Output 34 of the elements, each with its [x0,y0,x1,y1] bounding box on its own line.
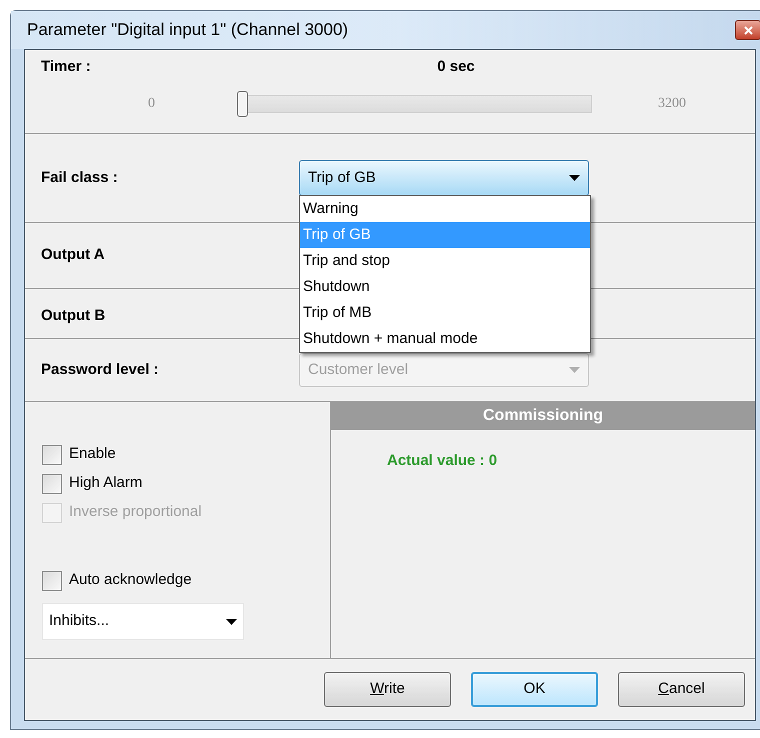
slider[interactable] [237,90,592,116]
caret-icon [569,175,580,181]
dialog-button[interactable]: Cancel [618,672,745,707]
timer-value: 0 sec [436,57,476,77]
close-icon [744,26,752,34]
checkbox-row[interactable]: Enable [42,440,330,469]
dialog-button[interactable]: Write [324,672,451,707]
slider-max: 3200 [658,95,686,113]
dropdown-option[interactable]: Shutdown [300,274,590,300]
actual-value: Actual value : 0 [387,451,498,471]
checkbox[interactable] [42,444,62,464]
dropdown[interactable]: Inhibits... [42,603,244,640]
dropdown-option[interactable]: Shutdown + manual mode [300,326,590,352]
slider-thumb[interactable] [237,90,248,116]
slider-min: 0 [147,95,156,113]
dropdown-option[interactable]: Trip and stop [300,248,590,274]
dialog-button[interactable]: OK [471,672,598,707]
checkbox-row[interactable]: Auto acknowledge [42,566,330,595]
timer-label: Timer : [41,57,92,77]
field-label: Password level : [41,360,160,380]
checkbox[interactable] [42,570,62,590]
field-label: Fail class : [41,168,119,188]
panel-header: Commissioning [331,402,755,430]
dropdown-option[interactable]: Trip of MB [300,300,590,326]
checkbox[interactable] [42,474,62,494]
field-label: Output B [41,306,106,326]
window-title: Parameter "Digital input 1" (Channel 3000) [27,19,348,42]
field-label: Output A [41,245,105,266]
close-button[interactable] [735,20,760,40]
caret-icon [569,367,580,373]
checkbox-row[interactable]: High Alarm [42,469,330,498]
dropdown[interactable]: Trip of GB [299,160,589,196]
caret-icon [226,618,237,624]
dropdown-option[interactable]: Warning [300,196,590,222]
